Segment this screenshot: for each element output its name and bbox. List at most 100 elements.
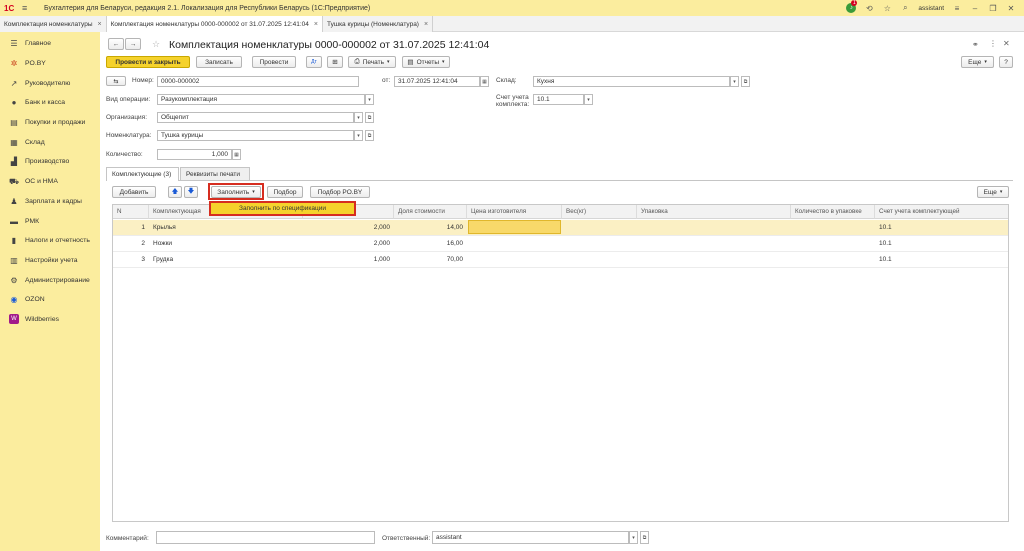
- account-field[interactable]: 10.1: [533, 94, 584, 105]
- close-form-icon[interactable]: ✕: [1003, 39, 1010, 48]
- item-open-icon[interactable]: ⧉: [365, 130, 374, 141]
- sidebar-item-bank[interactable]: ● Банк и касса: [0, 93, 100, 113]
- post-button[interactable]: Провести: [252, 56, 296, 68]
- table-row[interactable]: 2 Ножки 2,000 16,00 10.1: [113, 236, 1008, 252]
- number-field[interactable]: 0000-000002: [157, 76, 359, 87]
- component-quantity[interactable]: 2,000: [303, 236, 394, 251]
- component-quantity[interactable]: 1,000: [303, 252, 394, 267]
- forward-button[interactable]: →: [125, 38, 141, 50]
- organization-open-icon[interactable]: ⧉: [365, 112, 374, 123]
- more-actions-icon[interactable]: ⋮: [989, 39, 997, 48]
- column-header-package[interactable]: Упаковка: [637, 205, 791, 219]
- restore-icon[interactable]: ❐: [988, 3, 998, 13]
- related-docs-icon[interactable]: ⊞: [327, 56, 343, 68]
- sidebar-item-admin[interactable]: ⚙ Администрирование: [0, 270, 100, 290]
- table-row[interactable]: 1 Крылья 2,000 14,00 10.1: [113, 220, 1008, 236]
- pick-button[interactable]: Подбор: [267, 186, 303, 198]
- sidebar-item-accounting-settings[interactable]: ▥ Настройки учета: [0, 251, 100, 271]
- tab-nomenclature-list[interactable]: Комплектация номенклатуры ×: [0, 16, 107, 32]
- sidebar-item-cashdesk[interactable]: ▬ РМК: [0, 211, 100, 231]
- date-field[interactable]: 31.07.2025 12:41:04: [394, 76, 480, 87]
- sidebar-item-ozon[interactable]: ◉ OZON: [0, 290, 100, 310]
- sidebar-item-production[interactable]: ▟ Производство: [0, 152, 100, 172]
- tab-current-document[interactable]: Комплектация номенклатуры 0000-000002 от…: [106, 16, 323, 32]
- fill-by-specification-menu-item[interactable]: Заполнить по спецификации: [209, 201, 356, 216]
- column-header-weight[interactable]: Вес(кг): [562, 205, 637, 219]
- sidebar-item-warehouse[interactable]: ▦ Склад: [0, 132, 100, 152]
- link-icon[interactable]: ⚭: [972, 40, 979, 49]
- save-button[interactable]: Записать: [196, 56, 242, 68]
- calendar-icon[interactable]: ▦: [480, 76, 489, 87]
- component-account[interactable]: 10.1: [875, 236, 1008, 251]
- component-quantity[interactable]: 2,000: [303, 220, 394, 235]
- warehouse-field[interactable]: Кухня: [533, 76, 730, 87]
- add-row-button[interactable]: Добавить: [112, 186, 156, 198]
- tab-print-details[interactable]: Реквизиты печати: [180, 167, 250, 180]
- manufacturer-price-cell[interactable]: [468, 220, 561, 234]
- cost-share[interactable]: 70,00: [394, 252, 467, 267]
- item-dropdown-icon[interactable]: ▾: [354, 130, 363, 141]
- favorites-star-icon[interactable]: ☆: [882, 3, 892, 13]
- cost-share[interactable]: 16,00: [394, 236, 467, 251]
- organization-field[interactable]: Общепит: [157, 112, 354, 123]
- column-header-manufacturer-price[interactable]: Цена изготовителя: [467, 205, 562, 219]
- calculator-icon[interactable]: ▦: [232, 149, 241, 160]
- item-field[interactable]: Тушка курицы: [157, 130, 354, 141]
- close-tab-icon[interactable]: ×: [424, 21, 428, 28]
- sidebar-item-manager[interactable]: ↗ Руководителю: [0, 73, 100, 93]
- sidebar-item-wildberries[interactable]: W Wildberries: [0, 310, 100, 330]
- close-window-icon[interactable]: ✕: [1006, 3, 1016, 13]
- responsible-open-icon[interactable]: ⧉: [640, 531, 649, 544]
- sidebar-item-assets[interactable]: ⛟ ОС и НМА: [0, 172, 100, 192]
- history-icon[interactable]: ⟲: [864, 3, 874, 13]
- cost-share[interactable]: 14,00: [394, 220, 467, 235]
- sidebar-item-taxes[interactable]: ▮ Налоги и отчетность: [0, 231, 100, 251]
- column-header-component-account[interactable]: Счет учета комплектующей: [875, 205, 1008, 219]
- settings-menu-icon[interactable]: ≡: [952, 3, 962, 13]
- help-button[interactable]: ?: [999, 56, 1013, 68]
- component-account[interactable]: 10.1: [875, 220, 1008, 235]
- responsible-dropdown-icon[interactable]: ▾: [629, 531, 638, 544]
- dt-kt-icon[interactable]: Дт: [306, 56, 322, 68]
- component-name[interactable]: Грудка: [149, 252, 303, 267]
- column-header-qty-in-package[interactable]: Количество в упаковке: [791, 205, 875, 219]
- post-and-close-button[interactable]: Провести и закрыть: [106, 56, 190, 68]
- back-button[interactable]: ←: [108, 38, 124, 50]
- more-button[interactable]: Еще ▾: [961, 56, 994, 68]
- minimize-icon[interactable]: –: [970, 3, 980, 13]
- column-header-cost-share[interactable]: Доля стоимости: [394, 205, 467, 219]
- warehouse-dropdown-icon[interactable]: ▾: [730, 76, 739, 87]
- close-tab-icon[interactable]: ×: [98, 21, 102, 28]
- operation-dropdown-icon[interactable]: ▾: [365, 94, 374, 105]
- pick-poby-button[interactable]: Подбор PO.BY: [310, 186, 370, 198]
- quantity-field[interactable]: 1,000: [157, 149, 232, 160]
- move-up-icon[interactable]: 🡅: [168, 186, 182, 198]
- close-tab-icon[interactable]: ×: [314, 21, 318, 28]
- sidebar-item-sales[interactable]: ▤ Покупки и продажи: [0, 113, 100, 133]
- search-icon[interactable]: ⌕: [900, 3, 910, 13]
- reports-button[interactable]: ▤ Отчеты ▾: [402, 56, 450, 68]
- comment-field[interactable]: [156, 531, 375, 544]
- main-menu-icon[interactable]: ≡: [22, 3, 34, 13]
- table-row[interactable]: 3 Грудка 1,000 70,00 10.1: [113, 252, 1008, 268]
- component-account[interactable]: 10.1: [875, 252, 1008, 267]
- print-button[interactable]: ⎙ Печать ▾: [348, 56, 396, 68]
- account-dropdown-icon[interactable]: ▾: [584, 94, 593, 105]
- warehouse-open-icon[interactable]: ⧉: [741, 76, 750, 87]
- column-header-n[interactable]: N: [113, 205, 149, 219]
- table-more-button[interactable]: Еще ▾: [977, 186, 1009, 198]
- sidebar-item-salary[interactable]: ♟ Зарплата и кадры: [0, 192, 100, 212]
- responsible-field[interactable]: assistant: [432, 531, 629, 544]
- number-edit-icon[interactable]: ⇆: [106, 76, 126, 86]
- move-down-icon[interactable]: 🡇: [184, 186, 198, 198]
- tab-chicken-carcass[interactable]: Тушка курицы (Номенклатура) ×: [323, 16, 434, 32]
- organization-dropdown-icon[interactable]: ▾: [354, 112, 363, 123]
- operation-field[interactable]: Разукомплектация: [157, 94, 365, 105]
- notifications-icon[interactable]: ♪ 1: [846, 0, 858, 13]
- tab-components[interactable]: Комплектующие (3): [106, 167, 179, 181]
- component-name[interactable]: Ножки: [149, 236, 303, 251]
- sidebar-item-poby[interactable]: ✲ PO.BY: [0, 54, 100, 74]
- sidebar-item-main[interactable]: ☰ Главное: [0, 34, 100, 54]
- favorite-star-icon[interactable]: ☆: [152, 39, 160, 50]
- user-name[interactable]: assistant: [918, 5, 944, 12]
